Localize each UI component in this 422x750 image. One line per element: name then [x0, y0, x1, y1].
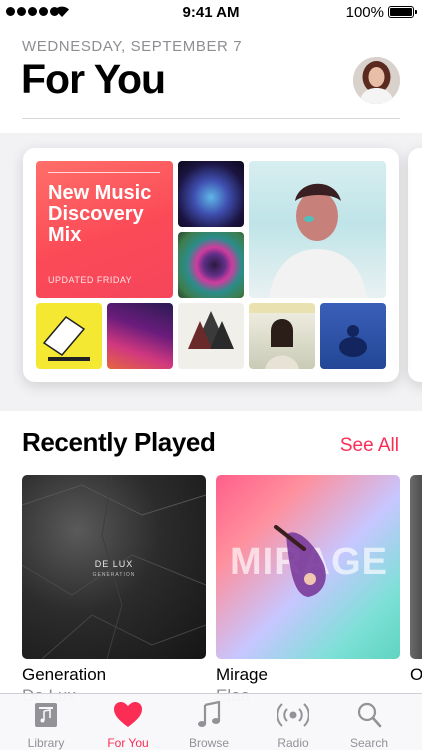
tab-for-you[interactable]: For You — [86, 694, 170, 750]
music-note-icon — [198, 701, 221, 727]
see-all-link[interactable]: See All — [340, 435, 399, 457]
mix-title: New Music Discovery Mix — [48, 182, 152, 246]
album-artwork-generation[interactable]: DE LUX GENERATION — [22, 475, 206, 659]
tab-label: Radio — [277, 736, 309, 750]
tab-search[interactable]: Search — [327, 694, 411, 750]
library-icon — [35, 703, 57, 727]
tab-browse[interactable]: Browse — [167, 694, 251, 750]
tab-library[interactable]: Library — [4, 694, 88, 750]
date-label: WEDNESDAY, SEPTEMBER 7 — [22, 38, 243, 55]
album-tile — [249, 161, 386, 298]
album-tile — [249, 303, 315, 369]
album-tile — [107, 303, 173, 369]
heart-icon — [114, 702, 142, 727]
battery-percentage: 100% — [345, 4, 384, 21]
status-bar: 9:41 AM 100% — [0, 0, 422, 24]
page-title: For You — [21, 56, 166, 102]
next-mix-card[interactable] — [408, 148, 422, 382]
album-name[interactable]: O — [410, 665, 422, 685]
album-tile — [178, 161, 244, 227]
album-tile — [36, 303, 102, 369]
album-name[interactable]: Mirage — [216, 665, 268, 685]
tab-label: For You — [107, 736, 149, 750]
tab-radio[interactable]: Radio — [251, 694, 335, 750]
album-artwork-mirage[interactable]: MIRAGE — [216, 475, 400, 659]
album-tile — [178, 232, 244, 298]
tab-label: Search — [349, 736, 389, 750]
section-title-recently-played: Recently Played — [22, 427, 216, 457]
new-music-mix-card[interactable]: New Music Discovery Mix UPDATED FRIDAY — [23, 148, 399, 382]
mix-divider — [48, 172, 160, 173]
album-tile — [320, 303, 386, 369]
radio-icon — [277, 703, 309, 727]
album-artwork-next[interactable] — [410, 475, 422, 659]
album-name[interactable]: Generation — [22, 665, 106, 685]
mix-cover: New Music Discovery Mix UPDATED FRIDAY — [36, 161, 173, 298]
tab-bar: Library For You Browse Radio Search — [0, 693, 422, 750]
artwork-subtext: GENERATION — [92, 572, 136, 578]
battery-icon — [388, 6, 417, 18]
tab-label: Library — [27, 736, 65, 750]
artwork-text: DE LUX — [94, 559, 134, 569]
tab-label: Browse — [188, 736, 229, 750]
profile-avatar[interactable] — [353, 57, 400, 104]
album-tile — [178, 303, 244, 369]
mix-updated-label: UPDATED FRIDAY — [48, 275, 133, 285]
header-divider — [22, 118, 400, 119]
search-icon — [357, 702, 382, 728]
